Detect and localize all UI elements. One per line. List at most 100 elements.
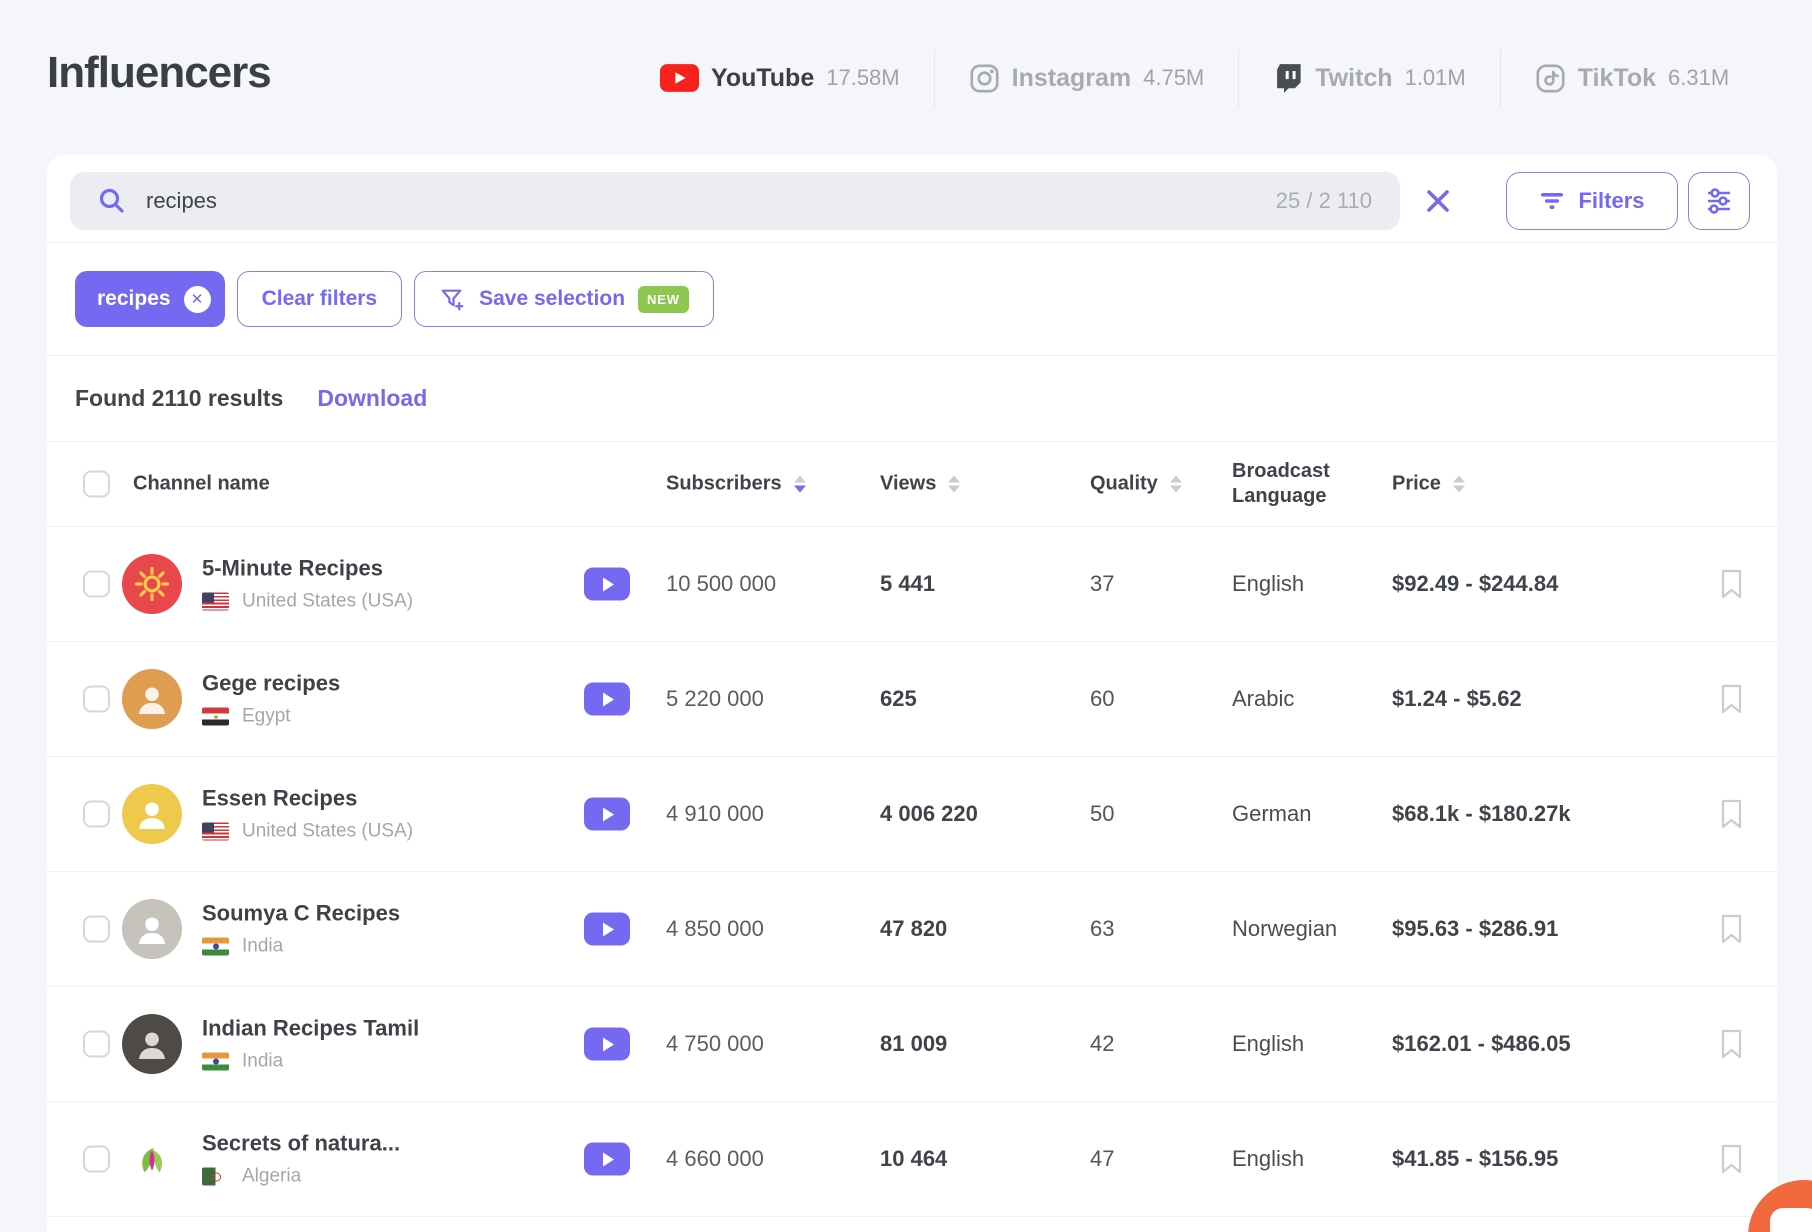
table-row: Gege recipes Egypt 5 220 000 625 60 Arabic $1.…	[47, 642, 1777, 757]
channel-name[interactable]: Indian Recipes Tamil	[202, 1016, 419, 1041]
bookmark-icon[interactable]	[1719, 1144, 1744, 1175]
channel-name[interactable]: 5-Minute Recipes	[202, 556, 383, 581]
channel-name[interactable]: Gege recipes	[202, 671, 340, 696]
chip-label: recipes	[97, 287, 171, 310]
tab-youtube[interactable]: YouTube 17.58M	[650, 64, 910, 93]
views-value: 47 820	[880, 916, 948, 941]
language-value: Arabic	[1232, 686, 1295, 711]
channel-country: United States (USA)	[242, 820, 414, 842]
channel-name-header: Channel name	[133, 472, 270, 495]
tab-instagram[interactable]: Instagram 4.75M	[959, 63, 1215, 94]
sliders-icon	[1704, 186, 1734, 216]
channel-info: 5-Minute Recipes United States (USA)	[202, 556, 413, 613]
views-value: 625	[880, 686, 917, 711]
subscribers-value: 4 750 000	[666, 1031, 764, 1056]
remove-chip-icon[interactable]: ✕	[183, 285, 211, 313]
bookmark-icon[interactable]	[1719, 569, 1744, 600]
filter-icon	[1539, 189, 1565, 213]
youtube-play-button[interactable]	[584, 797, 630, 831]
save-selection-button[interactable]: Save selection NEW	[414, 271, 714, 327]
youtube-play-button[interactable]	[584, 682, 630, 716]
channel-info: Essen Recipes United States (USA)	[202, 786, 413, 843]
sort-icon-subscribers[interactable]	[793, 475, 806, 493]
channel-name[interactable]: Essen Recipes	[202, 786, 357, 811]
download-link[interactable]: Download	[317, 385, 427, 412]
clear-search-button[interactable]	[1422, 185, 1454, 217]
tab-divider	[933, 49, 935, 107]
table-body: 5-Minute Recipes United States (USA) 10 50…	[47, 527, 1777, 1217]
tab-tiktok[interactable]: TikTok 6.31M	[1525, 63, 1739, 94]
row-checkbox[interactable]	[83, 1145, 110, 1173]
active-filters-row: recipes ✕ Clear filters Save selection N…	[47, 243, 1777, 356]
quality-value: 42	[1090, 1031, 1115, 1056]
youtube-play-button[interactable]	[584, 912, 630, 946]
country-flag-icon	[202, 822, 229, 841]
platform-name: Instagram	[1011, 63, 1132, 92]
channel-avatar	[122, 784, 182, 844]
platform-count: 1.01M	[1404, 65, 1466, 90]
row-checkbox[interactable]	[83, 915, 110, 943]
tab-twitch[interactable]: Twitch 1.01M	[1263, 63, 1475, 94]
channel-name[interactable]: Secrets of natura...	[202, 1131, 400, 1156]
youtube-play-button[interactable]	[584, 1142, 630, 1176]
sort-icon-views[interactable]	[948, 475, 961, 493]
views-value: 10 464	[880, 1146, 948, 1171]
language-value: Norwegian	[1232, 916, 1338, 941]
channel-country-row: India	[202, 936, 400, 958]
results-card: recipes 25 / 2 110 Filters recipes ✕ Cle…	[47, 155, 1777, 1232]
channel-name[interactable]: Soumya C Recipes	[202, 901, 400, 926]
clear-filters-button[interactable]: Clear filters	[236, 271, 403, 327]
youtube-play-button[interactable]	[584, 567, 630, 601]
table-header: Channel name Subscribers Views Quality B…	[47, 442, 1777, 527]
table-row: 5-Minute Recipes United States (USA) 10 50…	[47, 527, 1777, 642]
row-checkbox[interactable]	[83, 570, 110, 598]
new-badge: NEW	[638, 285, 689, 313]
twitch-icon	[1273, 63, 1303, 94]
views-header-label: Views	[880, 472, 937, 495]
sort-icon-price[interactable]	[1452, 475, 1465, 493]
filters-button[interactable]: Filters	[1506, 172, 1678, 230]
search-settings-button[interactable]	[1688, 172, 1750, 230]
row-checkbox[interactable]	[83, 1030, 110, 1058]
sort-icon-quality[interactable]	[1169, 475, 1182, 493]
youtube-play-button[interactable]	[584, 1027, 630, 1061]
row-checkbox[interactable]	[83, 685, 110, 713]
tiktok-icon	[1535, 63, 1566, 94]
channel-avatar	[122, 1014, 182, 1074]
channel-country: United States (USA)	[242, 590, 414, 612]
country-flag-icon	[202, 937, 229, 956]
bookmark-icon[interactable]	[1719, 799, 1744, 830]
subscribers-value: 4 850 000	[666, 916, 764, 941]
channel-info: Secrets of natura... Algeria	[202, 1131, 400, 1188]
search-section: recipes 25 / 2 110 Filters	[47, 155, 1777, 243]
platform-count: 4.75M	[1143, 65, 1205, 90]
channel-info: Soumya C Recipes India	[202, 901, 400, 958]
channel-country: Egypt	[242, 705, 291, 727]
chat-bubble-icon	[1770, 1208, 1812, 1232]
select-all-checkbox[interactable]	[83, 470, 110, 498]
filter-chip-recipes[interactable]: recipes ✕	[75, 271, 225, 327]
channel-avatar	[122, 1129, 182, 1189]
platform-name: YouTube	[711, 63, 815, 92]
youtube-icon	[660, 64, 699, 92]
views-header[interactable]: Views	[880, 472, 961, 496]
bookmark-icon[interactable]	[1719, 914, 1744, 945]
subscribers-header[interactable]: Subscribers	[666, 473, 806, 496]
views-value: 5 441	[880, 571, 936, 596]
price-header[interactable]: Price	[1392, 473, 1465, 496]
bookmark-icon[interactable]	[1719, 684, 1744, 715]
quality-header-label: Quality	[1090, 472, 1158, 495]
table-row: Essen Recipes United States (USA) 4 910 00…	[47, 757, 1777, 872]
row-checkbox[interactable]	[83, 800, 110, 828]
results-summary-row: Found 2110 results Download	[47, 356, 1777, 442]
table-row: Soumya C Recipes India 4 850 000 47 820 63 No…	[47, 872, 1777, 987]
channel-country-row: Egypt	[202, 706, 340, 728]
page-title: Influencers	[47, 48, 272, 97]
search-query[interactable]: recipes	[146, 188, 1256, 214]
bookmark-icon[interactable]	[1719, 1029, 1744, 1060]
quality-value: 60	[1090, 686, 1115, 711]
search-input[interactable]: recipes 25 / 2 110	[70, 172, 1400, 230]
search-counter: 25 / 2 110	[1275, 188, 1372, 213]
quality-header[interactable]: Quality	[1090, 473, 1182, 496]
subscribers-value: 4 660 000	[666, 1146, 764, 1171]
